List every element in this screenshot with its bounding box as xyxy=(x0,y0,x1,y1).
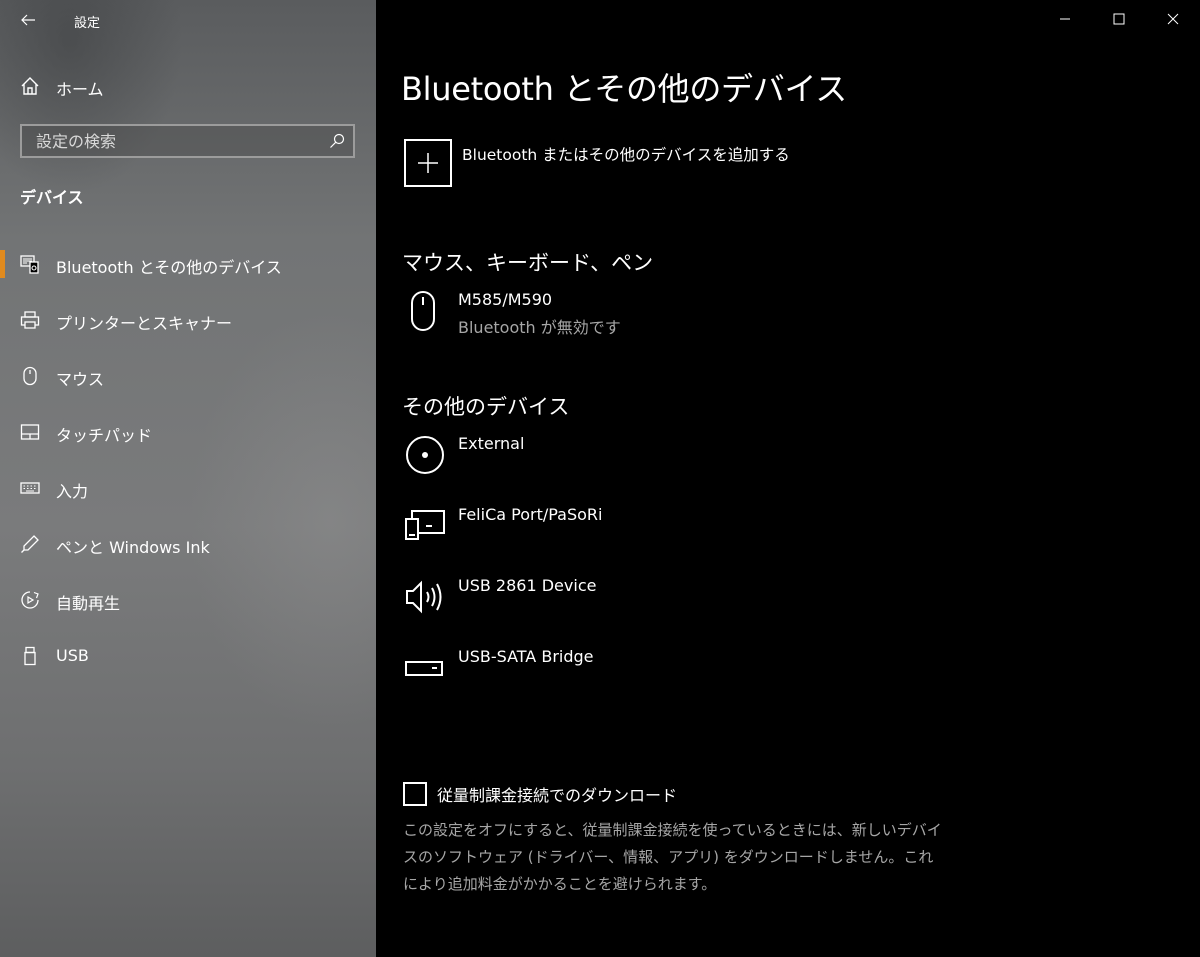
search-input[interactable] xyxy=(22,131,312,151)
devices-icon xyxy=(405,510,445,540)
metered-description: この設定をオフにすると、従量制課金接続を使っているときには、新しいデバイスのソフ… xyxy=(403,821,942,893)
device-item[interactable]: External xyxy=(404,434,964,494)
sidebar-item-label: ペンと Windows Ink xyxy=(56,538,210,557)
sidebar-nav: Bluetooth とその他のデバイス プリンターとスキャナー マウス タッチパ… xyxy=(0,236,376,684)
device-name: M585/M590 xyxy=(458,290,553,309)
keyboard-icon xyxy=(20,482,40,494)
minimize-button[interactable] xyxy=(1038,0,1092,38)
add-device-label: Bluetooth またはその他のデバイスを追加する xyxy=(462,146,790,164)
sidebar-item-printers[interactable]: プリンターとスキャナー xyxy=(0,292,376,348)
sidebar-item-bluetooth[interactable]: Bluetooth とその他のデバイス xyxy=(0,236,376,292)
back-button[interactable] xyxy=(14,6,42,34)
title-bar: 設定 xyxy=(0,0,376,40)
main-content: Bluetooth とその他のデバイス Bluetooth またはその他のデバイ… xyxy=(376,0,1200,957)
maximize-button[interactable] xyxy=(1092,0,1146,38)
minimize-icon xyxy=(1060,18,1070,20)
sidebar-item-autoplay[interactable]: 自動再生 xyxy=(0,572,376,628)
device-item[interactable]: USB 2861 Device xyxy=(404,576,964,636)
sidebar-item-label: Bluetooth とその他のデバイス xyxy=(56,258,282,277)
device-name: USB 2861 Device xyxy=(458,576,597,595)
disc-icon xyxy=(406,436,444,474)
device-name: USB-SATA Bridge xyxy=(458,647,594,666)
app-title: 設定 xyxy=(74,16,101,31)
metered-download-toggle[interactable]: 従量制課金接続でのダウンロード xyxy=(403,782,677,806)
close-icon xyxy=(1167,13,1179,25)
device-status: Bluetooth が無効です xyxy=(458,318,621,337)
pen-icon xyxy=(21,535,39,553)
touchpad-icon xyxy=(20,424,40,440)
sidebar-item-label: タッチパッド xyxy=(56,426,153,445)
sidebar-item-mouse[interactable]: マウス xyxy=(0,348,376,404)
mouse-icon xyxy=(23,366,37,386)
bluetooth-devices-icon xyxy=(20,255,39,274)
sidebar-item-label: USB xyxy=(56,646,89,665)
maximize-icon xyxy=(1113,13,1125,25)
sidebar-item-typing[interactable]: 入力 xyxy=(0,460,376,516)
back-arrow-icon xyxy=(21,14,35,26)
device-name: FeliCa Port/PaSoRi xyxy=(458,505,603,524)
printer-icon xyxy=(20,311,40,329)
sidebar-item-touchpad[interactable]: タッチパッド xyxy=(0,404,376,460)
sidebar-item-label: マウス xyxy=(56,370,105,389)
device-item[interactable]: FeliCa Port/PaSoRi xyxy=(404,505,964,565)
metered-checkbox[interactable] xyxy=(403,782,427,806)
sidebar-item-label: 自動再生 xyxy=(56,594,121,613)
sidebar-item-label: プリンターとスキャナー xyxy=(56,314,233,333)
page-title: Bluetooth とその他のデバイス xyxy=(401,70,847,108)
sidebar-home[interactable]: ホーム xyxy=(0,66,376,106)
sidebar: 設定 ホーム デバイス Bluetooth とその他のデバイス xyxy=(0,0,376,957)
sidebar-item-pen[interactable]: ペンと Windows Ink xyxy=(0,516,376,572)
device-item[interactable]: USB-SATA Bridge xyxy=(404,647,964,707)
window-controls xyxy=(1038,0,1200,40)
device-name: External xyxy=(458,434,525,453)
usb-icon xyxy=(24,646,36,666)
search-box[interactable] xyxy=(20,124,355,158)
sidebar-home-label: ホーム xyxy=(56,80,104,99)
close-button[interactable] xyxy=(1146,0,1200,38)
group-heading-other-devices: その他のデバイス xyxy=(402,395,570,419)
add-tile[interactable] xyxy=(404,139,452,187)
section-label: デバイス xyxy=(20,188,84,207)
device-item[interactable]: M585/M590 Bluetooth が無効です xyxy=(404,290,964,350)
group-heading-input-devices: マウス、キーボード、ペン xyxy=(402,251,654,275)
add-device-button[interactable]: Bluetooth またはその他のデバイスを追加する xyxy=(404,139,790,187)
metered-label: 従量制課金接続でのダウンロード xyxy=(437,786,678,805)
speaker-icon xyxy=(406,580,442,614)
search-icon[interactable] xyxy=(329,133,345,149)
drive-icon xyxy=(405,661,443,676)
sidebar-item-label: 入力 xyxy=(56,482,89,501)
plus-icon xyxy=(418,153,438,173)
sidebar-item-usb[interactable]: USB xyxy=(0,628,376,684)
autoplay-icon xyxy=(21,591,39,609)
home-icon xyxy=(21,77,39,95)
mouse-icon xyxy=(411,291,435,331)
